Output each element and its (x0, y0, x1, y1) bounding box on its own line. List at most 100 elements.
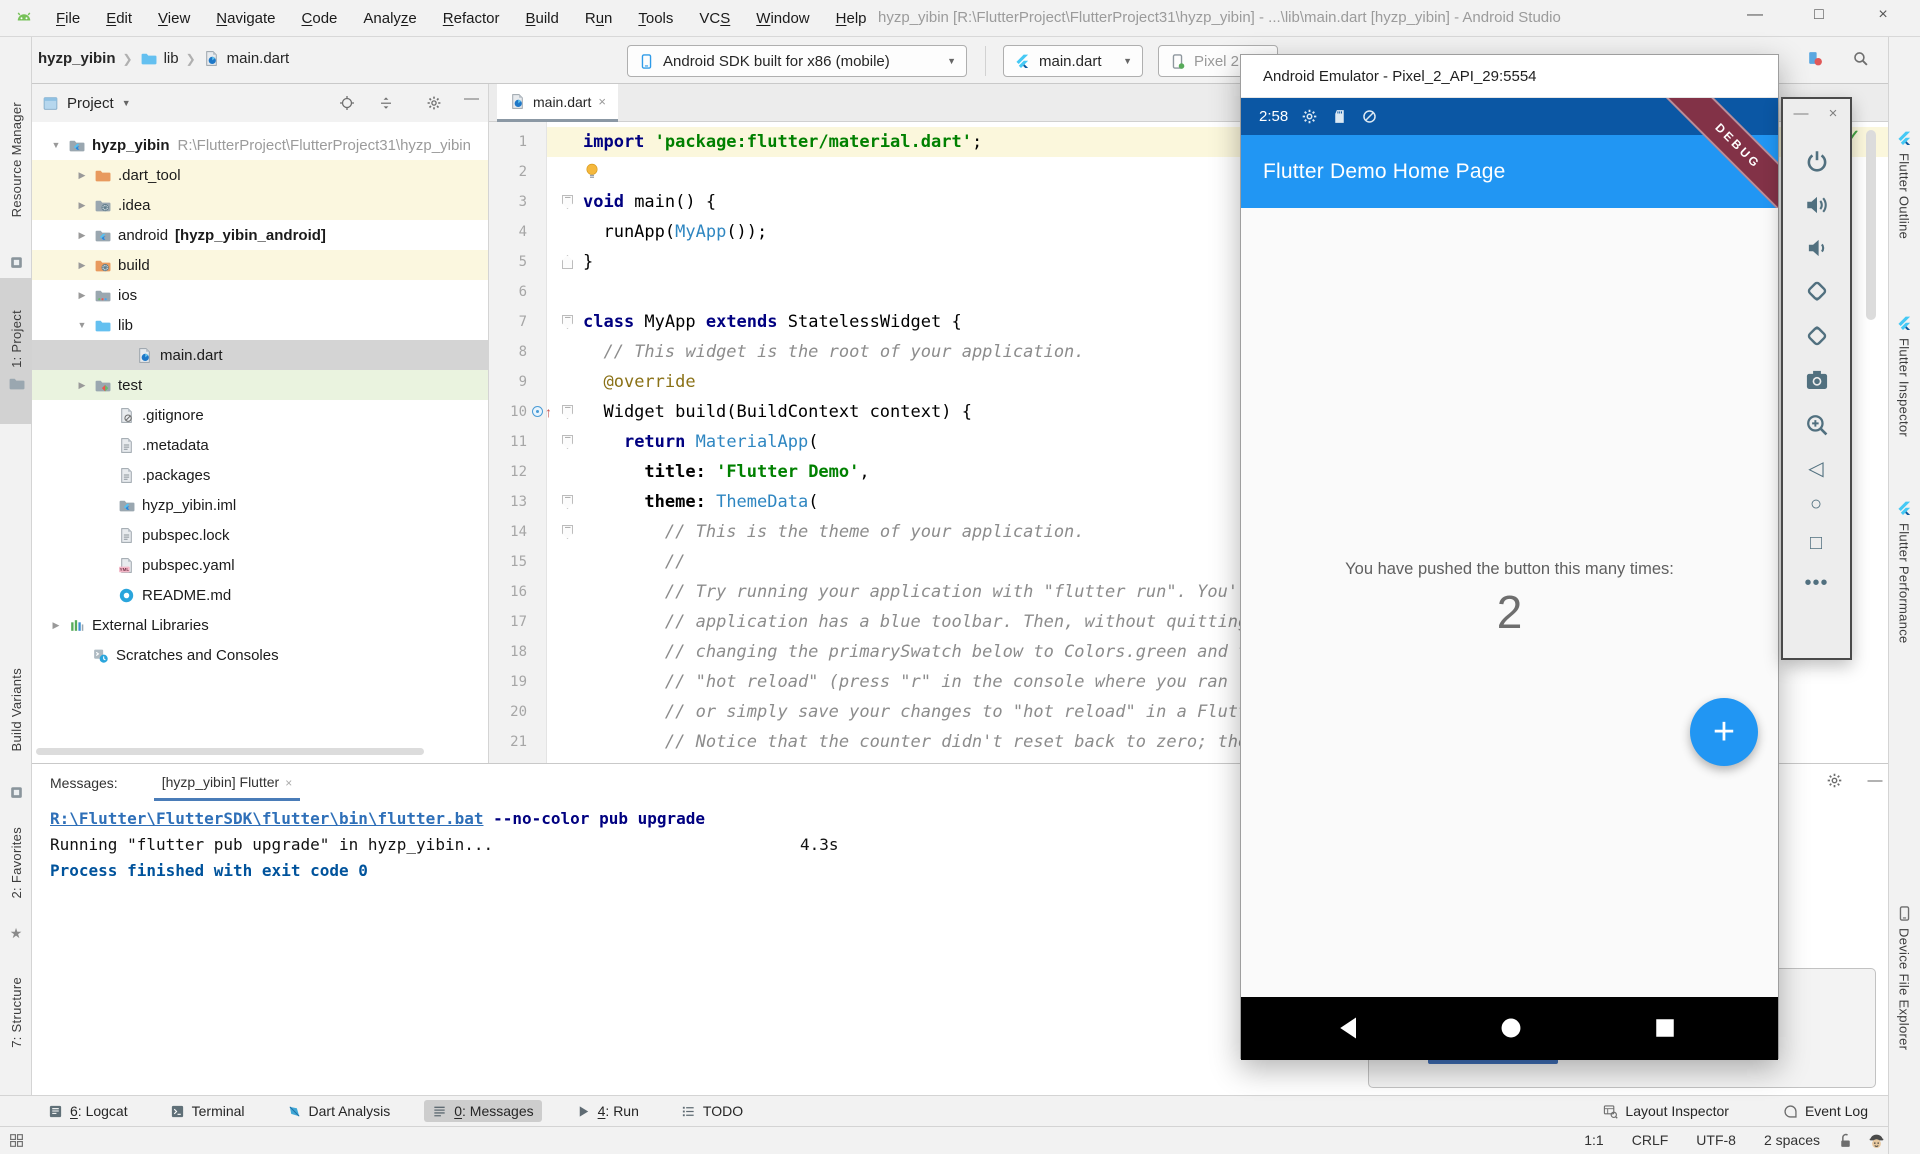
fold-icon[interactable] (562, 315, 573, 329)
locate-file-icon[interactable] (339, 95, 355, 111)
menu-help[interactable]: Help (836, 10, 867, 27)
project-tab[interactable]: 1: Project (0, 278, 32, 424)
status-utf-8[interactable]: UTF-8 (1696, 1132, 1736, 1148)
device-file-explorer-tab[interactable]: Device File Explorer (1888, 905, 1920, 1050)
breadcrumb-project[interactable]: hyzp_yibin (38, 50, 116, 67)
tool-button-dart-analysis[interactable]: Dart Analysis (279, 1100, 399, 1122)
volume-up-button[interactable] (1783, 191, 1850, 219)
breadcrumb-file[interactable]: main.dart (227, 50, 290, 67)
minimize-window-button[interactable]: — (1740, 6, 1770, 24)
tree-item-hyzp-yibin-iml[interactable]: hyzp_yibin.iml (32, 490, 488, 520)
tool-icon[interactable] (0, 252, 32, 272)
zoom-button[interactable] (1783, 411, 1850, 439)
build-variants-tab[interactable]: Build Variants (0, 645, 32, 775)
favorites-tab[interactable]: 2: Favorites (0, 808, 32, 918)
device-selector[interactable]: Android SDK built for x86 (mobile) ▼ (627, 45, 967, 77)
emulator-title-bar[interactable]: Android Emulator - Pixel_2_API_29:5554 (1241, 55, 1778, 98)
menu-vcs[interactable]: VCS (699, 10, 730, 27)
close-window-button[interactable]: × (1868, 6, 1898, 24)
close-emulator-button[interactable]: × (1823, 105, 1843, 122)
tree-item--metadata[interactable]: .metadata (32, 430, 488, 460)
tree-item-external-libraries[interactable]: ▶External Libraries (32, 610, 488, 640)
fold-icon[interactable] (562, 405, 573, 419)
chevron-down-icon[interactable]: ▼ (122, 98, 131, 108)
tree-item-hyzp-yibin[interactable]: ▼hyzp_yibinR:\FlutterProject\FlutterProj… (32, 130, 488, 160)
chevron-down-icon[interactable]: ▼ (70, 320, 94, 330)
breadcrumb-folder[interactable]: lib (164, 50, 179, 67)
fold-icon[interactable] (562, 195, 573, 209)
chevron-right-icon[interactable]: ▶ (44, 620, 68, 631)
chevron-down-icon[interactable]: ▼ (44, 140, 68, 150)
editor-tab-main-dart[interactable]: main.dart × (497, 84, 618, 122)
android-overview-button[interactable] (1651, 1014, 1679, 1042)
gradle-face-icon[interactable] (1867, 1131, 1886, 1150)
fold-icon[interactable] (562, 495, 573, 509)
menu-navigate[interactable]: Navigate (216, 10, 275, 27)
tree-item-main-dart[interactable]: main.dart (32, 340, 488, 370)
menu-code[interactable]: Code (302, 10, 338, 27)
messages-tab[interactable]: [hyzp_yibin] Flutter× (154, 764, 301, 801)
chevron-right-icon[interactable]: ▶ (70, 260, 94, 271)
status-1-1[interactable]: 1:1 (1584, 1132, 1603, 1148)
structure-tab[interactable]: 7: Structure (0, 957, 32, 1067)
tool-button-event-log[interactable]: Event Log (1775, 1100, 1876, 1122)
menu-tools[interactable]: Tools (638, 10, 673, 27)
status-2-spaces[interactable]: 2 spaces (1764, 1132, 1820, 1148)
minimize-emulator-button[interactable]: — (1791, 105, 1811, 122)
increment-fab-button[interactable]: + (1690, 698, 1758, 766)
screenshot-button[interactable] (1783, 366, 1850, 394)
menu-window[interactable]: Window (756, 10, 809, 27)
bookmark-icon[interactable] (0, 782, 32, 802)
tool-button-4-run[interactable]: 4: Run (568, 1100, 647, 1122)
hide-panel-icon[interactable]: — (464, 90, 480, 106)
tool-button-0-messages[interactable]: 0: Messages (424, 1100, 541, 1122)
tool-button-layout-inspector[interactable]: Layout Inspector (1595, 1100, 1737, 1122)
tree-item-ios[interactable]: ▶ios (32, 280, 488, 310)
flutter-inspector-tab[interactable]: Flutter Inspector (1888, 315, 1920, 437)
gear-icon[interactable] (1826, 772, 1844, 790)
tool-windows-icon[interactable] (8, 1132, 25, 1149)
tree-item-readme-md[interactable]: README.md (32, 580, 488, 610)
maximize-window-button[interactable]: □ (1804, 6, 1834, 24)
tree-item--gitignore[interactable]: .gitignore (32, 400, 488, 430)
editor-scrollbar[interactable] (1866, 130, 1876, 320)
overview-button[interactable]: □ (1783, 529, 1850, 557)
tree-item-pubspec-yaml[interactable]: YMLpubspec.yaml (32, 550, 488, 580)
hide-panel-icon[interactable]: — (1866, 772, 1884, 790)
home-button[interactable]: ○ (1783, 490, 1850, 518)
status-crlf[interactable]: CRLF (1632, 1132, 1669, 1148)
collapse-all-icon[interactable] (378, 95, 394, 111)
back-button[interactable]: ◁ (1783, 454, 1850, 482)
fold-icon[interactable] (562, 435, 573, 449)
menu-build[interactable]: Build (525, 10, 558, 27)
project-panel-title[interactable]: Project (67, 95, 114, 112)
console-link[interactable]: R:\Flutter\FlutterSDK\flutter\bin\flutte… (50, 809, 483, 828)
rotate-right-button[interactable] (1783, 322, 1850, 350)
resource-manager-tab[interactable]: Resource Manager (0, 75, 32, 245)
run-config-selector[interactable]: main.dart ▼ (1003, 45, 1143, 77)
chevron-right-icon[interactable]: ▶ (70, 290, 94, 301)
menu-analyze[interactable]: Analyze (363, 10, 416, 27)
tree-item--idea[interactable]: ▶.idea (32, 190, 488, 220)
menu-file[interactable]: File (56, 10, 80, 27)
more-button[interactable]: ••• (1783, 569, 1850, 597)
tree-item-lib[interactable]: ▼lib (32, 310, 488, 340)
chevron-right-icon[interactable]: ▶ (70, 200, 94, 211)
fold-icon[interactable] (562, 255, 573, 269)
android-home-button[interactable] (1497, 1014, 1525, 1042)
close-tab-icon[interactable]: × (598, 94, 606, 109)
tree-item-android[interactable]: ▶android[hyzp_yibin_android] (32, 220, 488, 250)
unlock-icon[interactable] (1837, 1132, 1854, 1149)
chevron-right-icon[interactable]: ▶ (70, 170, 94, 181)
tree-item--dart-tool[interactable]: ▶.dart_tool (32, 160, 488, 190)
power-button[interactable] (1783, 147, 1850, 175)
tree-item-build[interactable]: ▶build (32, 250, 488, 280)
tool-button-todo[interactable]: TODO (673, 1100, 751, 1122)
tree-item--packages[interactable]: .packages (32, 460, 488, 490)
tool-button-terminal[interactable]: Terminal (162, 1100, 253, 1122)
chevron-right-icon[interactable]: ▶ (70, 230, 94, 241)
tree-item-test[interactable]: ▶test (32, 370, 488, 400)
tree-item-scratches-and-consoles[interactable]: Scratches and Consoles (32, 640, 488, 670)
override-marker-icon[interactable] (532, 406, 543, 417)
tool-button-6-logcat[interactable]: 6: Logcat (40, 1100, 136, 1122)
